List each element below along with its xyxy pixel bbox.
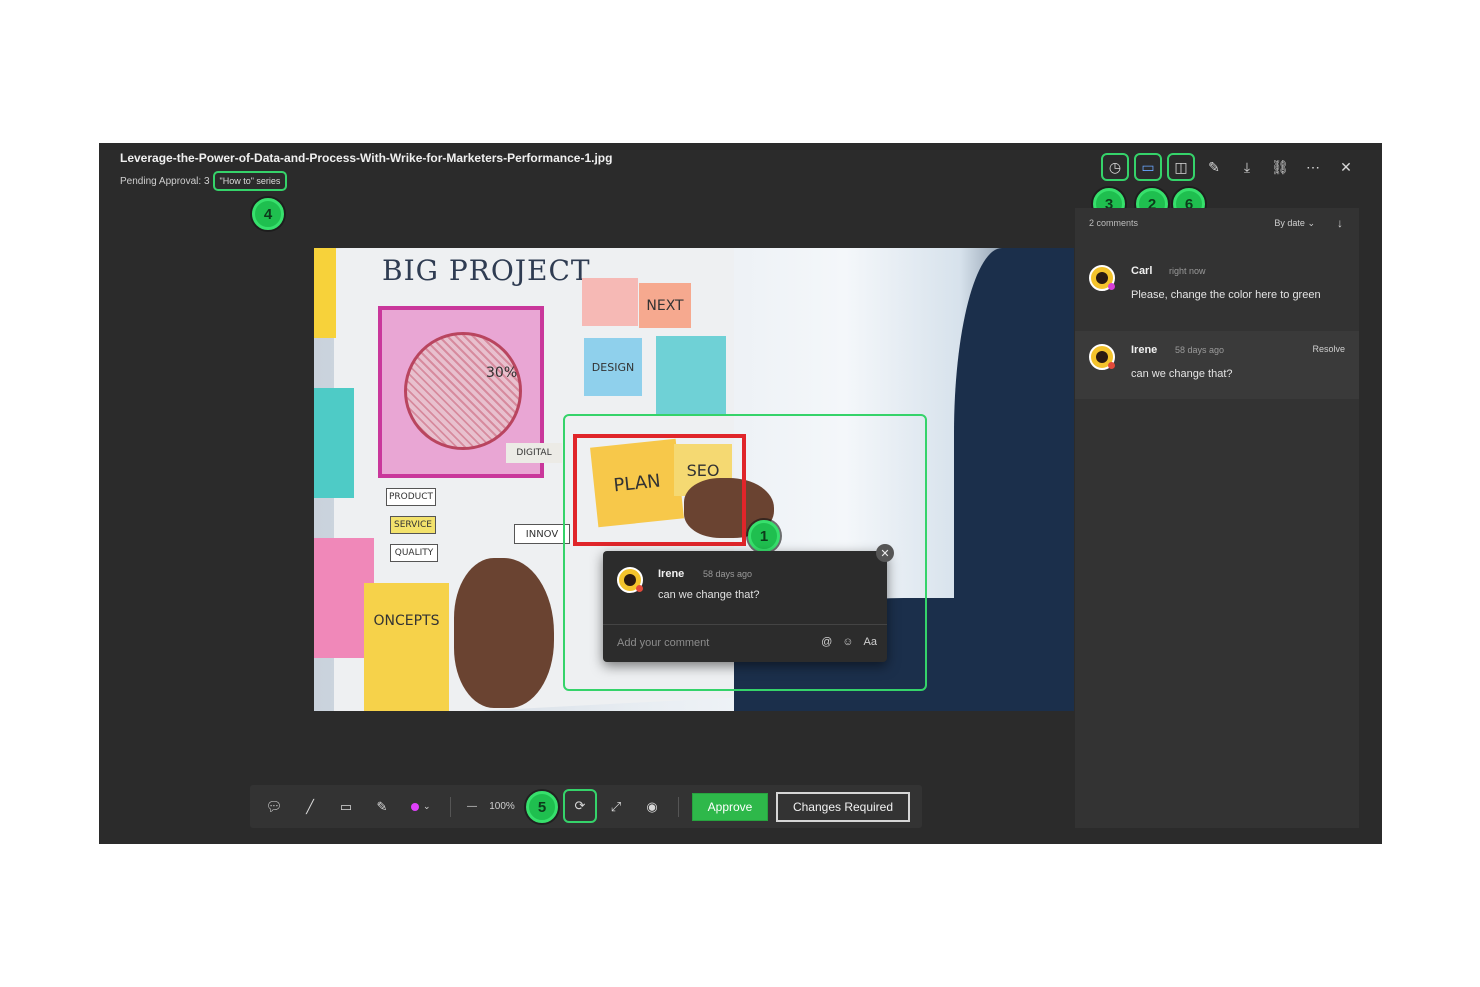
pencil-icon[interactable]: ✎: [1200, 153, 1228, 181]
sticky-note-next: NEXT: [639, 283, 691, 328]
comment-icon[interactable]: ▭: [1134, 153, 1162, 181]
comment-author: Irene: [1131, 344, 1158, 356]
proofing-viewer: Leverage-the-Power-of-Data-and-Process-W…: [99, 143, 1382, 844]
sort-label: By date: [1274, 218, 1305, 228]
sort-dropdown[interactable]: By date ⌄: [1274, 218, 1315, 229]
annotation-pin-1[interactable]: 1: [748, 520, 780, 552]
popup-close-icon[interactable]: ✕: [876, 544, 894, 562]
color-picker[interactable]: ⌄: [404, 793, 438, 820]
divider: [678, 797, 679, 817]
sticky-note: [314, 248, 336, 338]
comment-author: Carl: [1131, 265, 1153, 277]
big-project-text: BIG PROJECT: [382, 254, 591, 287]
sticky-note: [314, 388, 354, 498]
line-tool-icon[interactable]: ╱: [298, 793, 322, 820]
approval-status: Pending Approval: 3: [120, 175, 210, 187]
avatar: [1089, 265, 1115, 291]
hand: [454, 558, 554, 708]
service-label: SERVICE: [390, 516, 436, 534]
avatar: [617, 567, 643, 593]
zoom-out-button[interactable]: —: [464, 793, 480, 820]
color-dot: [411, 802, 420, 811]
comment-text: can we change that?: [658, 589, 760, 601]
comment-time: 58 days ago: [1175, 345, 1225, 355]
comment-time: right now: [1169, 266, 1206, 276]
sticky-note: [656, 336, 726, 416]
comment-item[interactable]: Irene 58 days ago Resolve can we change …: [1075, 331, 1359, 399]
avatar: [1089, 344, 1115, 370]
rotate-icon[interactable]: ⟳: [563, 789, 597, 823]
chevron-down-icon: ⌄: [1307, 218, 1315, 228]
approve-button[interactable]: Approve: [692, 793, 768, 821]
pie-drawing: [404, 332, 522, 450]
innov-label: INNOV: [514, 524, 570, 544]
text-format-icon[interactable]: Aa: [864, 636, 877, 648]
comment-input-tools: @ ☺ Aa: [821, 636, 877, 648]
comments-panel: 2 comments By date ⌄ ↓ Carl right now Pl…: [1075, 208, 1359, 828]
emoji-icon[interactable]: ☺: [842, 636, 853, 648]
callout-badge-5: 5: [526, 791, 558, 823]
eye-icon[interactable]: ◉: [640, 793, 664, 820]
rectangle-tool-icon[interactable]: ▭: [334, 793, 358, 820]
top-toolbar: ◷ ▭ ◫ ✎ ⤓ ⛓ ⋯ ✕: [1101, 153, 1360, 181]
divider: [450, 797, 451, 817]
clock-icon[interactable]: ◷: [1101, 153, 1129, 181]
product-label: PRODUCT: [386, 488, 436, 506]
pen-tool-icon[interactable]: ✎: [370, 793, 394, 820]
chevron-down-icon: ⌄: [423, 801, 431, 811]
download-icon[interactable]: ⤓: [1233, 153, 1261, 181]
resolve-button[interactable]: Resolve: [1312, 344, 1345, 354]
bottom-toolbar: 💬︎ ╱ ▭ ✎ ⌄ — 100% ⟳ ⤢ ◉ Approve Changes …: [250, 785, 922, 828]
series-tag[interactable]: "How to" series: [212, 171, 288, 191]
zoom-level: 100%: [489, 801, 515, 812]
image-canvas[interactable]: BIG PROJECT 30% NEXT DESIGN DIGITAL PROD…: [314, 248, 1074, 711]
comment-item[interactable]: Carl right now Please, change the color …: [1075, 252, 1359, 330]
add-comment-field[interactable]: Add your comment @ ☺ Aa: [603, 624, 887, 662]
mention-icon[interactable]: @: [821, 636, 832, 648]
comment-count: 2 comments: [1089, 218, 1139, 228]
changes-required-button[interactable]: Changes Required: [776, 792, 910, 822]
comment-popup: ✕ Irene 58 days ago can we change that? …: [603, 544, 894, 662]
more-icon[interactable]: ⋯: [1299, 153, 1327, 181]
comment-author: Irene: [658, 568, 685, 580]
status-line: Pending Approval: 3 "How to" series: [120, 171, 288, 191]
expand-icon[interactable]: ⤢: [604, 793, 628, 820]
comment-time: 58 days ago: [703, 569, 753, 579]
sticky-note-design: DESIGN: [584, 338, 642, 396]
sticky-note-concepts: ONCEPTS: [364, 583, 449, 711]
callout-badge-4: 4: [252, 198, 284, 230]
add-comment-placeholder: Add your comment: [617, 637, 710, 649]
percent-text: 30%: [486, 365, 518, 381]
comment-text: Please, change the color here to green: [1131, 289, 1321, 301]
file-name: Leverage-the-Power-of-Data-and-Process-W…: [120, 151, 613, 165]
close-icon[interactable]: ✕: [1332, 153, 1360, 181]
add-comment-icon[interactable]: 💬︎: [262, 793, 286, 820]
compare-icon[interactable]: ◫: [1167, 153, 1195, 181]
link-icon[interactable]: ⛓: [1266, 153, 1294, 181]
sticky-note: [582, 278, 638, 326]
comment-text: can we change that?: [1131, 368, 1233, 380]
sort-direction-icon[interactable]: ↓: [1337, 216, 1343, 230]
digital-text: DIGITAL: [506, 443, 562, 463]
quality-label: QUALITY: [390, 544, 438, 562]
